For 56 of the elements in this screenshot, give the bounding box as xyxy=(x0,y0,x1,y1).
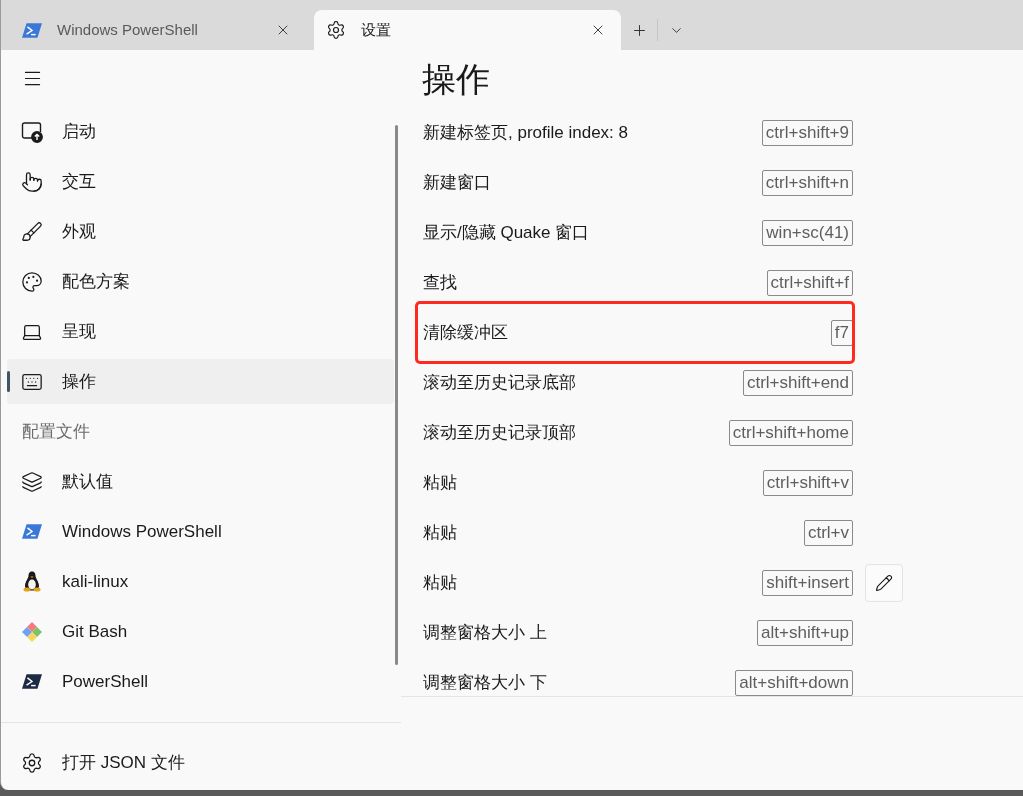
action-label: 滚动至历史记录顶部 xyxy=(423,422,577,445)
settings-icon xyxy=(326,20,346,40)
action-label: 粘贴 xyxy=(423,522,458,545)
edit-button[interactable] xyxy=(865,564,903,602)
tab[interactable]: Windows PowerShell xyxy=(10,10,306,50)
monitor-upload-icon xyxy=(21,120,43,143)
action-label: 清除缓冲区 xyxy=(423,322,509,345)
sidebar-item[interactable]: Git Bash xyxy=(7,609,394,654)
page-title: 操作 xyxy=(422,59,491,100)
sidebar-item[interactable]: Windows PowerShell xyxy=(7,509,394,554)
tab[interactable]: 设置 xyxy=(314,10,621,50)
key-binding[interactable]: alt+shift+up xyxy=(757,620,853,646)
sidebar-item[interactable]: 默认值 xyxy=(7,459,394,504)
action-label: 粘贴 xyxy=(423,472,458,495)
sidebar-item[interactable]: 外观 xyxy=(7,209,394,254)
key-binding[interactable]: ctrl+shift+end xyxy=(742,370,853,396)
key-binding[interactable]: ctrl+v xyxy=(803,520,853,546)
sidebar-item[interactable]: 配色方案 xyxy=(7,259,394,304)
key-binding[interactable]: ctrl+shift+9 xyxy=(761,120,853,146)
hand-pointer-icon xyxy=(21,170,43,193)
action-label: 显示/隐藏 Quake 窗口 xyxy=(423,222,591,245)
action-label: 查找 xyxy=(423,272,458,295)
key-binding[interactable]: win+sc(41) xyxy=(762,220,853,246)
sidebar-item[interactable]: 启动 xyxy=(7,109,394,154)
terminal-prompt-icon xyxy=(22,22,42,38)
scrollbar[interactable] xyxy=(395,125,398,665)
action-label: 粘贴 xyxy=(423,572,458,595)
action-label: 调整窗格大小 上 xyxy=(423,622,548,645)
brush-icon xyxy=(21,220,43,243)
key-binding[interactable]: ctrl+shift+home xyxy=(728,420,853,446)
section-header: 配置文件 xyxy=(22,420,90,443)
diamond-icon xyxy=(21,620,43,643)
key-binding[interactable]: ctrl+shift+n xyxy=(761,170,853,196)
sidebar-item[interactable]: PowerShell xyxy=(7,659,394,704)
open-json-file-item[interactable]: 打开 JSON 文件 xyxy=(7,740,394,785)
sidebar-item[interactable]: 操作 xyxy=(7,359,394,404)
sidebar-item[interactable]: 交互 xyxy=(7,159,394,204)
palette-icon xyxy=(21,270,43,293)
key-binding[interactable]: alt+shift+down xyxy=(735,670,853,696)
layers-icon xyxy=(21,470,43,493)
key-binding[interactable]: ctrl+shift+f xyxy=(766,270,853,296)
action-label: 滚动至历史记录底部 xyxy=(423,372,577,395)
settings-icon xyxy=(21,751,43,774)
key-binding[interactable]: shift+insert xyxy=(762,570,853,596)
selection-indicator xyxy=(7,371,10,392)
key-binding[interactable]: ctrl+shift+v xyxy=(762,470,853,496)
penguin-icon xyxy=(23,571,41,592)
pencil-icon xyxy=(875,574,893,592)
action-label: 调整窗格大小 下 xyxy=(423,672,548,695)
sidebar-item[interactable]: kali-linux xyxy=(7,559,394,604)
sidebar-item[interactable]: 呈现 xyxy=(7,309,394,354)
action-label: 新建标签页, profile index: 8 xyxy=(423,122,629,145)
action-label: 新建窗口 xyxy=(423,172,492,195)
terminal-prompt-icon xyxy=(22,524,42,539)
terminal-prompt-icon xyxy=(22,674,42,689)
key-binding[interactable]: f7 xyxy=(830,320,853,346)
